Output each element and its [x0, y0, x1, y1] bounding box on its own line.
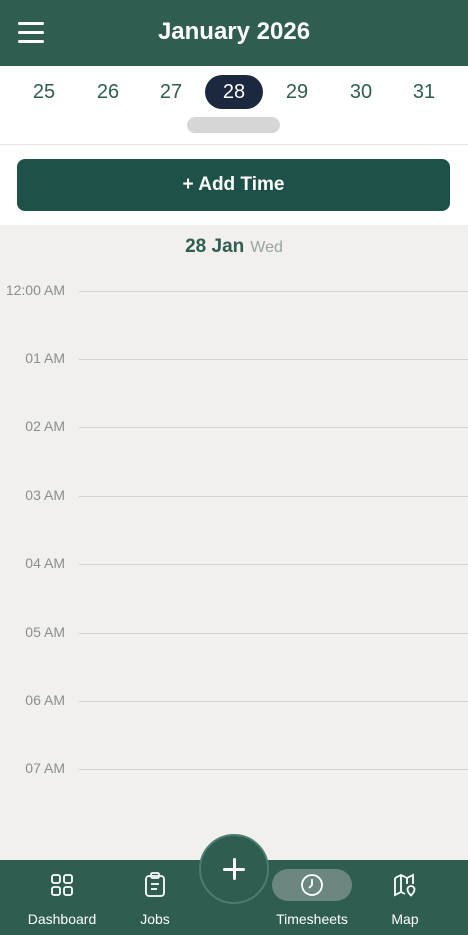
hour-label: 12:00 AM — [5, 282, 65, 298]
hour-line — [79, 496, 468, 497]
drag-handle[interactable] — [187, 117, 280, 133]
hour-row[interactable]: 05 AM — [0, 624, 468, 644]
hour-row[interactable]: 03 AM — [0, 487, 468, 507]
hour-row[interactable]: 04 AM — [0, 555, 468, 575]
hour-line — [79, 633, 468, 634]
hour-label: 03 AM — [25, 487, 65, 503]
hour-row[interactable]: 02 AM — [0, 418, 468, 438]
date-strip: 25 26 27 28 29 30 31 — [0, 66, 468, 145]
nav-jobs-label: Jobs — [140, 911, 170, 927]
app-header: January 2026 — [0, 0, 468, 66]
day-weekday: Wed — [250, 239, 283, 256]
hour-label: 06 AM — [25, 692, 65, 708]
date-chip-28-selected[interactable]: 28 — [205, 75, 263, 109]
page-title: January 2026 — [157, 18, 311, 45]
nav-map[interactable]: Map — [380, 860, 430, 935]
day-header: 28 Jan Wed — [0, 236, 468, 258]
hour-label: 02 AM — [25, 418, 65, 434]
clipboard-icon — [145, 872, 165, 897]
hour-row[interactable]: 01 AM — [0, 350, 468, 370]
nav-timesheets[interactable]: Timesheets — [268, 860, 356, 935]
add-time-section: + Add Time — [0, 145, 468, 225]
hour-line — [79, 291, 468, 292]
add-fab-button[interactable] — [199, 834, 269, 904]
add-time-button[interactable]: + Add Time — [17, 159, 450, 211]
nav-timesheets-label: Timesheets — [276, 911, 348, 927]
date-chip-31[interactable]: 31 — [395, 75, 453, 109]
day-date: 28 Jan — [185, 236, 245, 257]
hour-line — [79, 359, 468, 360]
nav-dashboard[interactable]: Dashboard — [22, 860, 102, 935]
hour-row[interactable]: 07 AM — [0, 760, 468, 780]
hour-line — [79, 427, 468, 428]
nav-dashboard-label: Dashboard — [27, 911, 97, 927]
map-pin-icon — [394, 873, 416, 897]
date-chip-30[interactable]: 30 — [332, 75, 390, 109]
clock-icon — [301, 874, 323, 896]
hour-label: 04 AM — [25, 555, 65, 571]
grid-icon — [51, 874, 73, 896]
hour-line — [79, 701, 468, 702]
hour-row[interactable]: 06 AM — [0, 692, 468, 712]
date-chip-27[interactable]: 27 — [142, 75, 200, 109]
hour-label: 07 AM — [25, 760, 65, 776]
date-chip-29[interactable]: 29 — [268, 75, 326, 109]
hour-label: 01 AM — [25, 350, 65, 366]
hour-label: 05 AM — [25, 624, 65, 640]
date-chip-25[interactable]: 25 — [15, 75, 73, 109]
hour-line — [79, 769, 468, 770]
hour-row[interactable]: 12:00 AM — [0, 282, 468, 302]
nav-map-label: Map — [391, 911, 419, 927]
nav-jobs[interactable]: Jobs — [125, 860, 185, 935]
date-chip-26[interactable]: 26 — [79, 75, 137, 109]
hour-line — [79, 564, 468, 565]
